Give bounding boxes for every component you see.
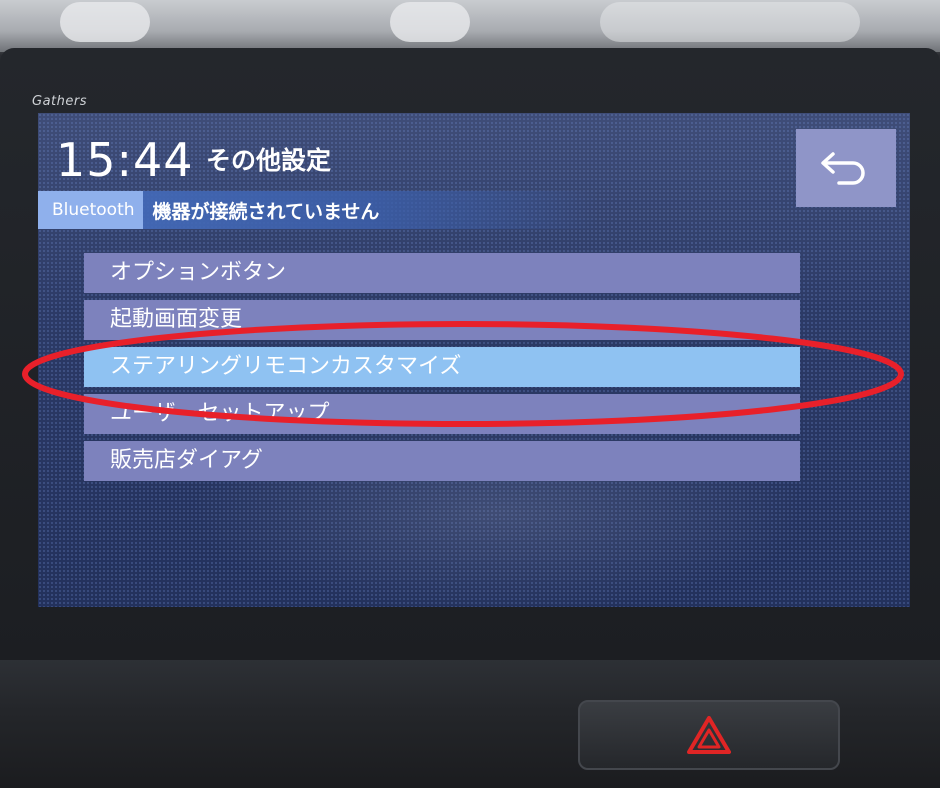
settings-menu: オプションボタン 起動画面変更 ステアリングリモコンカスタマイズ ユーザーセット… (84, 253, 800, 488)
menu-item-dealer-diagnostics[interactable]: 販売店ダイアグ (84, 441, 800, 481)
menu-item-steering-remote-customize[interactable]: ステアリングリモコンカスタマイズ (84, 347, 800, 387)
menu-item-option-button[interactable]: オプションボタン (84, 253, 800, 293)
photo-stage: Gathers 15:44 その他設定 Bluetooth 機器が接続されていま… (0, 0, 940, 788)
menu-item-startup-screen[interactable]: 起動画面変更 (84, 300, 800, 340)
page-title: その他設定 (206, 146, 332, 175)
hazard-button[interactable] (578, 700, 840, 770)
hazard-triangle-icon (687, 716, 731, 754)
brand-logo: Gathers (32, 94, 87, 109)
background-blur (390, 2, 470, 42)
background-blur (60, 2, 150, 42)
background-blur (600, 2, 860, 42)
navigation-screen: 15:44 その他設定 Bluetooth 機器が接続されていません オプション… (38, 113, 910, 607)
bluetooth-label: Bluetooth (38, 191, 143, 229)
clock: 15:44 (56, 133, 194, 187)
bluetooth-status-text: 機器が接続されていません (152, 200, 380, 223)
menu-item-user-setup[interactable]: ユーザーセットアップ (84, 394, 800, 434)
back-button[interactable] (796, 129, 896, 207)
back-arrow-icon (821, 152, 865, 185)
bluetooth-status-bar: Bluetooth 機器が接続されていません (38, 191, 598, 229)
car-interior-background (0, 0, 940, 52)
